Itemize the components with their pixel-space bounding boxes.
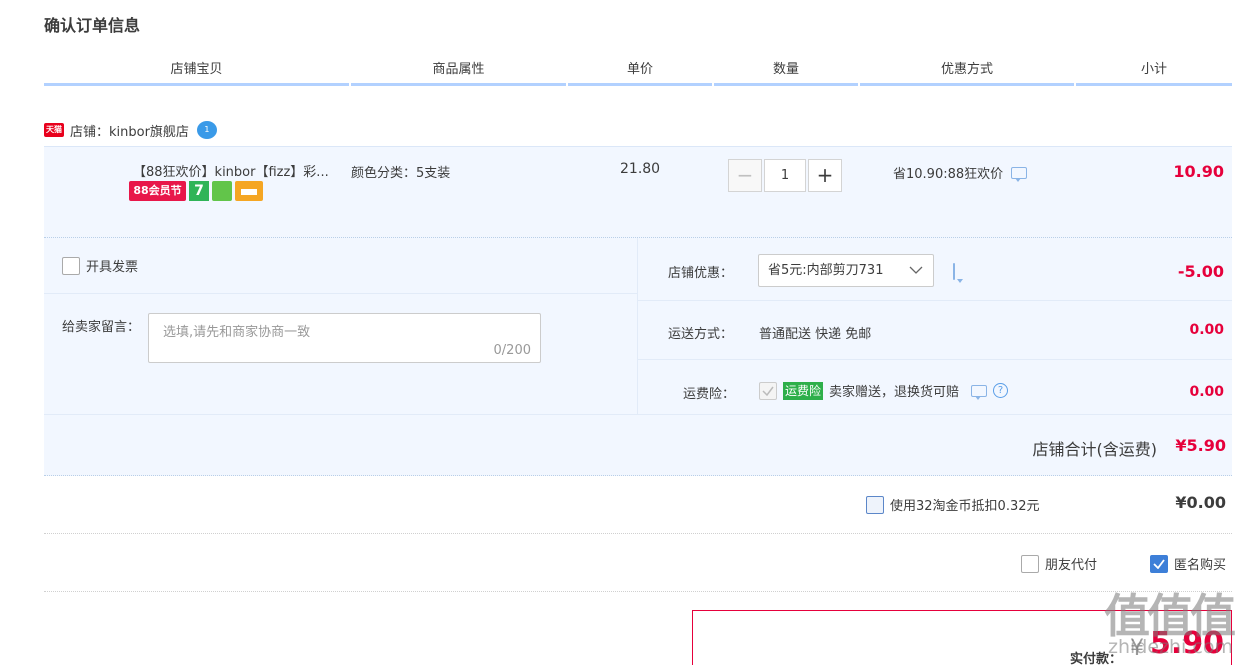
shop-discount-selected: 省5元:内部剪刀731 (768, 263, 884, 278)
column-header-shop-items: 店铺宝贝 (44, 60, 349, 86)
insurance-value: 0.00 (1189, 384, 1224, 400)
message-textarea[interactable]: 选填,请先和商家协商一致 0/200 (148, 313, 541, 363)
comment-icon[interactable] (953, 263, 955, 280)
watermark-domain: zhidezhi.com (1108, 636, 1233, 658)
message-label: 给卖家留言： (62, 320, 141, 335)
taojinbi-value: ¥0.00 (1175, 493, 1226, 512)
friend-pay-checkbox[interactable] (1021, 554, 1039, 573)
shop-name[interactable]: 店铺：kinbor旗舰店 (70, 121, 189, 140)
insurance-checkbox-disabled (759, 381, 777, 400)
shop-total-label: 店铺合计(含运费) (1032, 440, 1158, 459)
credit-card-icon (235, 181, 263, 201)
shipping-value: 0.00 (1189, 322, 1224, 338)
taojinbi-label: 使用32淘金币抵扣0.32元 (890, 499, 1040, 514)
divider (638, 300, 1232, 301)
item-subtotal: 10.90 (1173, 162, 1224, 181)
item-attribute: 颜色分类：5支装 (351, 166, 451, 181)
shop-discount-select[interactable]: 省5元:内部剪刀731 (758, 254, 934, 287)
item-title-link[interactable]: 【88狂欢价】kinbor【fizz】彩... (133, 161, 329, 180)
quantity-minus-button[interactable]: − (728, 159, 762, 192)
column-header-unit-price: 单价 (568, 60, 712, 86)
quantity-plus-button[interactable]: + (808, 159, 842, 192)
item-discount: 省10.90:88狂欢价 (893, 163, 1028, 182)
message-placeholder: 选填,请先和商家协商一致 (163, 325, 311, 340)
tmall-icon: 天猫 (44, 123, 64, 137)
divider (44, 293, 637, 294)
comment-icon[interactable] (971, 384, 988, 400)
shop-discount-value: -5.00 (1177, 262, 1224, 281)
chevron-down-icon (909, 266, 923, 274)
divider (637, 238, 638, 414)
divider (44, 591, 1232, 592)
wangwang-chat-icon[interactable]: 1 (196, 121, 217, 139)
column-header-quantity: 数量 (714, 60, 858, 86)
item-unit-price: 21.80 (620, 161, 661, 177)
insurance-badge: 运费险 (783, 381, 824, 400)
page-title: 确认订单信息 (44, 16, 141, 35)
anonymous-option[interactable]: 匿名购买 (1150, 554, 1226, 573)
divider (44, 414, 1232, 415)
insurance-text: 卖家赠送，退换货可赔 (829, 385, 960, 400)
help-icon[interactable]: ? (993, 383, 1009, 398)
friend-pay-label: 朋友代付 (1045, 558, 1098, 573)
column-header-discount: 优惠方式 (860, 60, 1074, 86)
invoice-label: 开具发票 (86, 260, 139, 275)
taojinbi-checkbox[interactable] (866, 495, 884, 514)
invoice-checkbox[interactable] (62, 256, 80, 275)
anonymous-label: 匿名购买 (1174, 558, 1227, 573)
guarantee-icon (212, 181, 232, 201)
quantity-input[interactable]: 1 (764, 159, 806, 192)
friend-pay-option[interactable]: 朋友代付 (1021, 554, 1097, 573)
taojinbi-option[interactable]: 使用32淘金币抵扣0.32元 (866, 495, 1040, 514)
comment-icon[interactable] (1011, 166, 1028, 182)
anonymous-checkbox-checked[interactable] (1150, 554, 1168, 573)
item-service-badges: 88会员节 7 (129, 181, 263, 201)
7-day-return-badge: 7 (189, 181, 209, 201)
item-discount-text: 省10.90:88狂欢价 (893, 167, 1004, 182)
shop-discount-label: 店铺优惠： (668, 266, 734, 281)
column-header-attributes: 商品属性 (351, 60, 566, 86)
insurance-option: 运费险 卖家赠送，退换货可赔 ? (759, 381, 1009, 400)
invoice-option[interactable]: 开具发票 (62, 256, 138, 275)
divider (638, 359, 1232, 360)
shipping-label: 运送方式： (668, 327, 734, 342)
message-char-counter: 0/200 (493, 343, 531, 358)
quantity-stepper: − 1 + (728, 159, 842, 192)
column-header-subtotal: 小计 (1076, 60, 1232, 86)
divider (44, 533, 1232, 534)
shop-line: 天猫 店铺：kinbor旗舰店 1 (44, 119, 217, 141)
shipping-method: 普通配送 快递 免邮 (759, 327, 872, 342)
insurance-label: 运费险： (683, 387, 736, 402)
shop-total-value: ¥5.90 (1175, 436, 1226, 455)
88-member-badge: 88会员节 (129, 181, 186, 201)
